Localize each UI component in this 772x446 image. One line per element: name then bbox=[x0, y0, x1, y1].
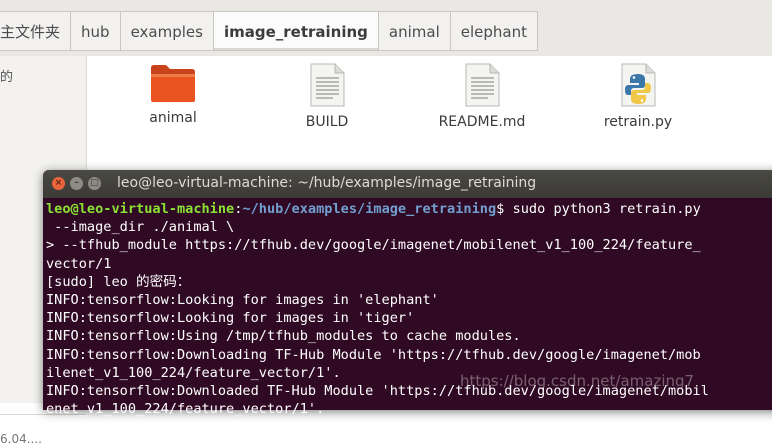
terminal-prompt-line: leo@leo-virtual-machine:~/hub/examples/i… bbox=[46, 200, 772, 218]
breadcrumb: 主文件夹 hub examples image_retraining anima… bbox=[0, 11, 538, 51]
file-name: BUILD bbox=[305, 114, 349, 130]
file-item-animal[interactable]: animal bbox=[118, 62, 228, 126]
folder-icon bbox=[151, 65, 195, 102]
minimize-icon[interactable]: – bbox=[70, 177, 83, 190]
breadcrumb-animal[interactable]: animal bbox=[378, 11, 451, 51]
terminal-line: INFO:tensorflow:Downloading TF-Hub Modul… bbox=[46, 346, 701, 363]
prompt-command: sudo python3 retrain.py bbox=[512, 201, 701, 217]
file-name: README.md bbox=[438, 114, 526, 130]
terminal-title: leo@leo-virtual-machine: ~/hub/examples/… bbox=[117, 175, 537, 191]
terminal-line: INFO:tensorflow:Looking for images in 'e… bbox=[46, 292, 439, 309]
file-name: retrain.py bbox=[603, 114, 673, 130]
breadcrumb-hub[interactable]: hub bbox=[71, 11, 121, 51]
text-file-icon bbox=[465, 63, 500, 107]
python-file-icon bbox=[621, 63, 656, 107]
terminal-line: INFO:tensorflow:Downloaded TF-Hub Module… bbox=[46, 383, 709, 400]
breadcrumb-elephant[interactable]: elephant bbox=[450, 11, 538, 51]
terminal-line: > --tfhub_module https://tfhub.dev/googl… bbox=[46, 237, 701, 254]
terminal-line: vector/1 bbox=[46, 255, 112, 272]
prompt-path: ~/hub/examples/image_retraining bbox=[242, 201, 497, 217]
prompt-user: leo@leo-virtual-machine bbox=[46, 201, 235, 217]
close-icon[interactable]: × bbox=[52, 177, 65, 190]
maximize-icon[interactable]: □ bbox=[88, 177, 101, 190]
prompt-symbol: $ bbox=[496, 201, 513, 217]
terminal-line: INFO:tensorflow:Using /tmp/tfhub_modules… bbox=[46, 328, 521, 345]
file-item-build[interactable]: BUILD bbox=[272, 62, 382, 130]
breadcrumb-examples[interactable]: examples bbox=[120, 11, 214, 51]
breadcrumb-home[interactable]: 主文件夹 bbox=[0, 11, 72, 51]
terminal-output[interactable]: leo@leo-virtual-machine:~/hub/examples/i… bbox=[43, 198, 772, 418]
file-item-readme[interactable]: README.md bbox=[427, 62, 537, 130]
terminal-line: --image_dir ./animal \ bbox=[46, 219, 235, 236]
file-item-retrain-py[interactable]: retrain.py bbox=[583, 62, 693, 130]
terminal-titlebar[interactable]: × – □ leo@leo-virtual-machine: ~/hub/exa… bbox=[43, 170, 772, 198]
file-manager-toolbar: 主文件夹 hub examples image_retraining anima… bbox=[0, 0, 772, 57]
terminal-line: INFO:tensorflow:Looking for images in 't… bbox=[46, 310, 415, 327]
file-name: animal bbox=[149, 110, 197, 126]
breadcrumb-image-retraining[interactable]: image_retraining bbox=[213, 11, 379, 51]
terminal-window[interactable]: × – □ leo@leo-virtual-machine: ~/hub/exa… bbox=[43, 170, 772, 417]
sidebar-device-label[interactable]: 6.04.... bbox=[0, 432, 42, 446]
terminal-line: [sudo] leo 的密码： bbox=[46, 273, 191, 290]
text-file-icon bbox=[310, 63, 345, 107]
terminal-line: ilenet_v1_100_224/feature_vector/1'. bbox=[46, 364, 341, 381]
sidebar-item-label[interactable]: 的 bbox=[0, 66, 13, 85]
